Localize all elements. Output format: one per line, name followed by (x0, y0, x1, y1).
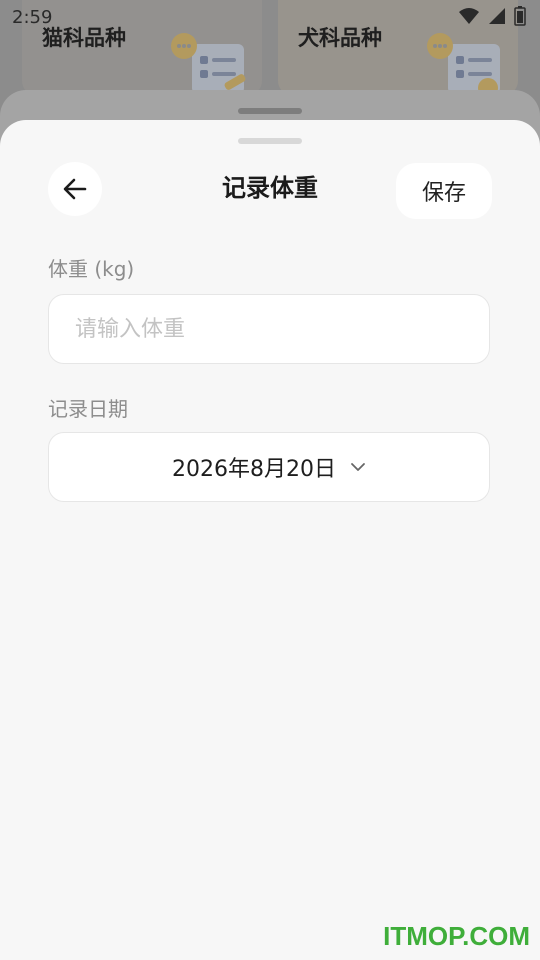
save-button[interactable]: 保存 (396, 163, 492, 219)
battery-icon (514, 6, 526, 26)
chevron-down-icon (351, 463, 365, 471)
checklist-illustration-icon (171, 33, 246, 94)
drag-handle (238, 108, 302, 114)
drag-handle[interactable] (238, 138, 302, 144)
record-weight-sheet: 记录体重 保存 体重 (kg) 记录日期 2026年8月20日 (0, 120, 540, 960)
checklist-illustration-icon (427, 33, 500, 95)
status-icons (458, 6, 526, 26)
status-time: 2:59 (12, 7, 53, 28)
date-label: 记录日期 (48, 397, 128, 421)
weight-field[interactable] (48, 294, 490, 364)
weight-label: 体重 (kg) (48, 257, 135, 281)
signal-icon (489, 8, 505, 24)
date-value: 2026年8月20日 (172, 457, 336, 482)
date-selector[interactable]: 2026年8月20日 (48, 432, 490, 502)
weight-input[interactable] (75, 295, 465, 363)
status-bar: 2:59 (0, 0, 540, 34)
wifi-icon (459, 8, 479, 24)
watermark-text: ITMOP.COM (383, 921, 530, 951)
